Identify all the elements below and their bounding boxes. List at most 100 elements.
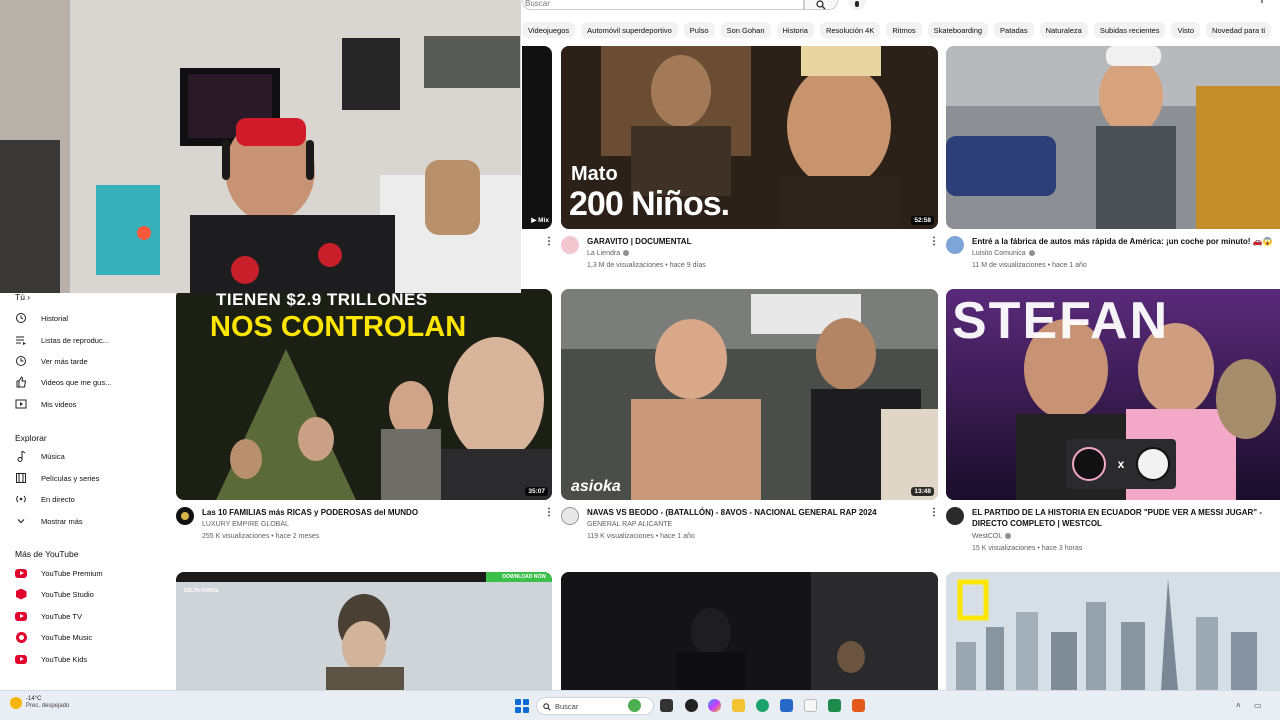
- video-thumbnail[interactable]: Mato 200 Niños. 52:58: [561, 46, 938, 229]
- sidebar-item-label: YouTube Music: [41, 632, 93, 642]
- more-options-button[interactable]: ⋮: [544, 507, 554, 519]
- video-thumbnail[interactable]: asioka 13:48: [561, 289, 938, 500]
- channel-avatar[interactable]: [176, 507, 194, 525]
- mix-thumbnail[interactable]: ▶ Mix: [522, 46, 552, 229]
- video-thumbnail[interactable]: [946, 46, 1280, 229]
- chip-novedad[interactable]: Novedad para ti: [1206, 22, 1271, 38]
- video-title[interactable]: EL PARTIDO DE LA HISTORIA EN ECUADOR "PU…: [972, 507, 1278, 529]
- channel-name[interactable]: GENERAL RAP ALICANTE: [587, 521, 672, 528]
- channel-name[interactable]: WestCOL: [972, 533, 1012, 540]
- sidebar-item-youtube-music[interactable]: YouTube Music: [14, 628, 92, 646]
- tray-app-icon[interactable]: ▭: [1254, 701, 1262, 710]
- weather-widget[interactable]: -14°C Prec. despejado: [10, 696, 69, 710]
- channel-name[interactable]: LUXURY EMPIRE GLOBAL: [202, 521, 289, 528]
- edge-browser-icon[interactable]: [756, 699, 769, 712]
- video-title[interactable]: Entré a la fábrica de autos más rápida d…: [972, 236, 1272, 247]
- sidebar-item-label: Videos que me gus...: [41, 377, 112, 387]
- task-view-icon[interactable]: [660, 699, 673, 712]
- thumbs-up-icon: [14, 375, 28, 389]
- youtube-music-icon: [14, 630, 28, 644]
- sidebar-item-youtube-kids[interactable]: YouTube Kids: [14, 650, 87, 668]
- taskbar-app-icon[interactable]: [628, 699, 641, 712]
- taskbar-app-icon[interactable]: [852, 699, 865, 712]
- search-input[interactable]: Buscar: [522, 0, 804, 10]
- thumbnail-caption-main: 200 Niños.: [569, 185, 730, 223]
- thumbnail-art: [946, 46, 1280, 229]
- more-options-button[interactable]: ⋮: [544, 236, 554, 248]
- channel-avatar[interactable]: [946, 236, 964, 254]
- sidebar-item-playlists[interactable]: Listas de reproduc...: [14, 331, 109, 349]
- video-title[interactable]: GARAVITO | DOCUMENTAL: [587, 236, 917, 247]
- video-icon: [14, 397, 28, 411]
- chip-patadas[interactable]: Patadas: [994, 22, 1034, 38]
- sidebar-item-historial[interactable]: Historial: [14, 309, 68, 327]
- windows-start-button[interactable]: [515, 699, 529, 713]
- sidebar-item-my-videos[interactable]: Mis videos: [14, 395, 76, 413]
- video-title[interactable]: NAVAS VS BEODO - (BATALLÓN) - 8AVOS - NA…: [587, 507, 917, 518]
- video-thumbnail[interactable]: [561, 572, 938, 690]
- game-logo: DELTA FORCE: [184, 588, 219, 594]
- taskbar-app-icon[interactable]: [685, 699, 698, 712]
- sidebar-item-show-more[interactable]: Mostrar más: [14, 512, 83, 530]
- video-thumbnail[interactable]: [946, 572, 1280, 690]
- video-meta: 1,3 M de visualizaciones • hace 9 días: [587, 262, 706, 269]
- chip-naturaleza[interactable]: Naturaleza: [1039, 22, 1088, 38]
- chip-resolucion-4k[interactable]: Resolución 4K: [819, 22, 881, 38]
- channel-avatar[interactable]: [561, 507, 579, 525]
- chip-visto[interactable]: Visto: [1171, 22, 1201, 38]
- more-options-button[interactable]: ⋮: [929, 236, 939, 248]
- filter-chips-bar: Videojuegos Automóvil superdeportivo Pul…: [522, 22, 1280, 40]
- channel-name[interactable]: La Liendra: [587, 250, 630, 257]
- music-note-icon: [14, 449, 28, 463]
- download-now-banner: DOWNLOAD NOW: [502, 574, 546, 580]
- more-options-button[interactable]: ⋮: [929, 507, 939, 519]
- sidebar-item-watch-later[interactable]: Ver más tarde: [14, 352, 88, 370]
- sidebar-item-movies[interactable]: Películas y series: [14, 469, 99, 487]
- microsoft-store-icon[interactable]: [780, 699, 793, 712]
- excel-icon[interactable]: [828, 699, 841, 712]
- chip-son-gohan[interactable]: Son Gohan: [720, 22, 771, 38]
- create-button[interactable]: +: [1252, 0, 1272, 6]
- video-meta: 119 K visualizaciones • hace 1 año: [587, 533, 695, 540]
- channel-avatar[interactable]: [946, 507, 964, 525]
- sidebar-item-youtube-studio[interactable]: YouTube Studio: [14, 585, 94, 603]
- team-crest-icon: [1136, 447, 1171, 481]
- weather-sun-icon: [10, 697, 22, 709]
- sidebar-section-you[interactable]: Tú ›: [15, 292, 30, 302]
- chip-historia[interactable]: Historia: [776, 22, 814, 38]
- video-thumbnail[interactable]: STEFAN x: [946, 289, 1280, 500]
- chip-skateboarding[interactable]: Skateboarding: [927, 22, 989, 38]
- video-thumbnail[interactable]: DELTA FORCE DOWNLOAD NOW: [176, 572, 552, 690]
- voice-search-button[interactable]: [848, 0, 866, 10]
- notepad-icon[interactable]: [804, 699, 817, 712]
- sidebar-item-label: Mostrar más: [41, 516, 83, 526]
- youtube-kids-icon: [14, 652, 28, 666]
- chip-pulso[interactable]: Pulso: [683, 22, 715, 38]
- video-title[interactable]: Las 10 FAMILIAS más RICAS y PODEROSAS de…: [202, 507, 532, 518]
- thumbnail-caption-main: NOS CONTROLAN: [210, 311, 467, 343]
- chip-automovil[interactable]: Automóvil superdeportivo: [581, 22, 678, 38]
- thumbnail-caption-top: Mato: [571, 163, 618, 185]
- search-icon: [816, 0, 826, 10]
- sidebar-item-label: Mis videos: [41, 399, 77, 409]
- sidebar-item-label: YouTube Kids: [41, 654, 88, 664]
- verified-icon: [623, 250, 630, 257]
- microphone-icon: [855, 1, 859, 7]
- chip-videojuegos[interactable]: Videojuegos: [522, 22, 576, 38]
- youtube-studio-icon: [14, 587, 28, 601]
- sidebar-item-youtube-premium[interactable]: YouTube Premium: [14, 564, 103, 582]
- sidebar-item-live[interactable]: En directo: [14, 490, 75, 508]
- copilot-icon[interactable]: [708, 699, 721, 712]
- sidebar-item-liked[interactable]: Videos que me gus...: [14, 373, 111, 391]
- chip-subidas-recientes[interactable]: Subidas recientes: [1093, 22, 1166, 38]
- youtube-tv-icon: [14, 609, 28, 623]
- file-explorer-icon[interactable]: [732, 699, 745, 712]
- sidebar-item-youtube-tv[interactable]: YouTube TV: [14, 607, 82, 625]
- channel-name[interactable]: Luisito Comunica: [972, 250, 1035, 257]
- video-thumbnail[interactable]: TIENEN $2.9 TRILLONES NOS CONTROLAN 35:0…: [176, 289, 552, 500]
- channel-avatar[interactable]: [561, 236, 579, 254]
- tray-chevron-up-icon[interactable]: ˄: [1236, 701, 1241, 710]
- sidebar-item-music[interactable]: Música: [14, 447, 65, 465]
- search-button[interactable]: [804, 0, 838, 10]
- chip-ritmos[interactable]: Ritmos: [886, 22, 922, 38]
